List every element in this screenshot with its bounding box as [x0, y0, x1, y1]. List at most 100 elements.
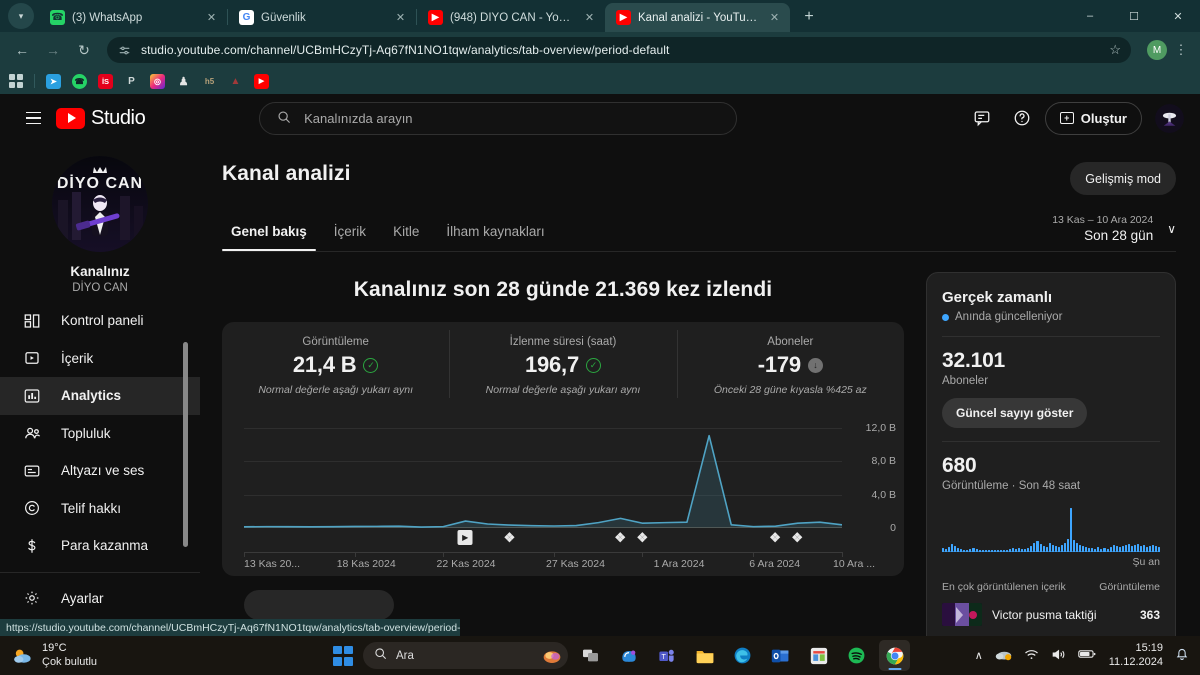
mobile-legends-icon[interactable]: ♟ [176, 74, 191, 89]
see-more-button[interactable] [244, 590, 394, 620]
tray-chevron-icon[interactable]: ∧ [975, 649, 983, 662]
tab-close-icon[interactable]: ✕ [767, 10, 782, 25]
overview-card: Görüntüleme 21,4 B ✓ Normal değerle aşağ… [222, 322, 904, 576]
chrome-browser-window: ▾ ☎ (3) WhatsApp ✕ G Güvenlik ✕ ▶ (948) … [0, 0, 1200, 675]
views-chart[interactable]: 12,0 B 8,0 B 4,0 B 0 ▶ ❖ ❖ ❖ ❖ ❖ 13 Kas … [222, 402, 904, 576]
youtube-icon[interactable]: ▶ [254, 73, 269, 89]
browser-tab-guvenlik[interactable]: G Güvenlik ✕ [228, 3, 416, 32]
tab-genel-bakis[interactable]: Genel bakış [222, 224, 316, 251]
studio-sidebar: DİYO CAN Kanalınız DİYO CAN Kontrol pane… [0, 142, 200, 636]
monetization-icon [22, 536, 42, 556]
close-window-button[interactable]: ✕ [1156, 0, 1200, 32]
forward-button[interactable]: → [39, 36, 67, 64]
create-button[interactable]: + Oluştur [1044, 101, 1142, 135]
microsoft-store-icon[interactable] [803, 640, 834, 671]
analytics-icon [22, 386, 42, 406]
tab-ilham-kaynaklari[interactable]: İlham kaynakları [437, 224, 553, 251]
new-tab-button[interactable]: + [796, 4, 822, 30]
shorts-icon[interactable]: ❖ [502, 530, 517, 545]
metric-aboneler[interactable]: Aboneler -179 ↓ Önceki 28 güne kıyasla %… [676, 330, 904, 398]
site-settings-icon[interactable] [117, 43, 132, 58]
outlook-icon[interactable] [765, 640, 796, 671]
onedrive-icon[interactable] [995, 648, 1012, 664]
paribu-icon[interactable]: P [124, 74, 139, 89]
svg-text:T: T [662, 653, 667, 661]
sidebar-item-analytics[interactable]: Analytics [0, 377, 200, 415]
browser-tab-diyo-can-youtube[interactable]: ▶ (948) DİYO CAN - YouTube ✕ [417, 3, 605, 32]
sidebar-item-telif-hakki[interactable]: Telif hakkı [0, 490, 200, 528]
shorts-icon[interactable]: ❖ [613, 530, 628, 545]
is-bankasi-icon[interactable]: İS [98, 73, 113, 89]
chevron-down-icon[interactable]: ∨ [1167, 222, 1176, 236]
edge-icon[interactable] [727, 640, 758, 671]
tab-kitle[interactable]: Kitle [384, 224, 428, 251]
taskbar-search-box[interactable]: Ara [363, 642, 568, 669]
account-avatar[interactable] [1154, 103, 1184, 133]
metric-value: 21,4 B [292, 352, 357, 377]
chrome-icon[interactable] [879, 640, 910, 671]
sidebar-scrollbar[interactable] [183, 342, 188, 547]
browser-tab-kanal-analizi[interactable]: ▶ Kanal analizi - YouTube Studio ✕ [605, 3, 790, 32]
sidebar-item-icerik[interactable]: İçerik [0, 340, 200, 378]
file-explorer-icon[interactable] [689, 640, 720, 671]
help-icon[interactable] [1005, 101, 1039, 135]
copilot-icon[interactable] [613, 640, 644, 671]
bookmark-star-icon[interactable]: ☆ [1109, 42, 1121, 58]
sidebar-item-altyazi-ve-ses[interactable]: Altyazı ve ses [0, 452, 200, 490]
apps-grid-icon[interactable] [9, 74, 23, 88]
task-view-icon[interactable] [575, 640, 606, 671]
sidebar-item-ayarlar[interactable]: Ayarlar [0, 580, 200, 618]
tab-close-icon[interactable]: ✕ [393, 10, 408, 25]
browser-menu-icon[interactable]: ⋮ [1170, 42, 1192, 58]
address-bar[interactable]: studio.youtube.com/channel/UCBmHCzyTj-Aq… [107, 37, 1131, 63]
spotify-icon[interactable] [841, 640, 872, 671]
telegram-icon[interactable]: ➤ [46, 73, 61, 89]
x-tick-label: 13 Kas 20... [244, 558, 301, 570]
feedback-icon[interactable] [965, 101, 999, 135]
studio-logo[interactable]: Studio [56, 107, 146, 130]
advanced-mode-button[interactable]: Gelişmiş mod [1070, 162, 1176, 195]
browser-tab-whatsapp[interactable]: ☎ (3) WhatsApp ✕ [39, 3, 227, 32]
date-range-picker[interactable]: 13 Kas – 10 Ara 2024 Son 28 gün ∨ [1052, 214, 1176, 251]
tab-close-icon[interactable]: ✕ [204, 10, 219, 25]
tab-icerik[interactable]: İçerik [325, 224, 375, 251]
battery-icon[interactable] [1077, 648, 1097, 663]
minimize-button[interactable]: – [1068, 0, 1112, 32]
windows-start-icon[interactable] [330, 643, 356, 669]
sidebar-item-topluluk[interactable]: Topluluk [0, 415, 200, 453]
volume-icon[interactable] [1051, 648, 1066, 664]
taskbar-clock[interactable]: 15:19 11.12.2024 [1109, 642, 1163, 670]
opera-gx-icon[interactable]: ▲ [228, 74, 243, 89]
browser-profile-avatar[interactable]: M [1147, 40, 1167, 60]
video-play-icon[interactable]: ▶ [457, 530, 473, 545]
sidebar-item-para-kazanma[interactable]: Para kazanma [0, 527, 200, 565]
back-button[interactable]: ← [8, 36, 36, 64]
metric-gorunteleme[interactable]: Görüntüleme 21,4 B ✓ Normal değerle aşağ… [222, 336, 449, 396]
show-current-count-button[interactable]: Güncel sayıyı göster [942, 398, 1088, 428]
notification-bell-icon[interactable] [1175, 647, 1189, 664]
taskbar-tray: ∧ 15:19 11.12.2024 [975, 642, 1200, 670]
instagram-icon[interactable]: ◎ [150, 73, 165, 89]
reload-button[interactable]: ↻ [70, 36, 98, 64]
tab-close-icon[interactable]: ✕ [582, 10, 597, 25]
sidebar-item-kontrol-paneli[interactable]: Kontrol paneli [0, 302, 200, 340]
hamburger-icon[interactable] [16, 101, 50, 135]
studio-search-box[interactable]: Kanalınızda arayın [259, 101, 738, 135]
shorts-icon[interactable]: ❖ [790, 530, 805, 545]
tab-search-icon[interactable]: ▾ [8, 3, 34, 29]
whatsapp-icon[interactable]: ☎ [72, 73, 87, 89]
realtime-list-header: En çok görüntülenen içerik Görüntüleme [942, 581, 1160, 593]
shorts-icon[interactable]: ❖ [635, 530, 650, 545]
maximize-button[interactable]: ☐ [1112, 0, 1156, 32]
check-circle-icon: ✓ [586, 357, 602, 373]
live-dot-icon [942, 313, 949, 321]
wifi-icon[interactable] [1024, 648, 1039, 664]
teams-icon[interactable]: T [651, 640, 682, 671]
browser-status-bar: https://studio.youtube.com/channel/UCBmH… [0, 619, 460, 636]
channel-avatar[interactable]: DİYO CAN [52, 156, 148, 252]
shorts-icon[interactable]: ❖ [768, 530, 783, 545]
taskbar-weather-widget[interactable]: 19°C Çok bulutlu [0, 642, 330, 668]
list-item[interactable]: Victor pusma taktiği 363 [942, 603, 1160, 626]
hs-icon[interactable]: h5 [202, 74, 217, 89]
metric-izlenme-suresi[interactable]: İzlenme süresi (saat) 196,7 ✓ Normal değ… [449, 330, 676, 398]
